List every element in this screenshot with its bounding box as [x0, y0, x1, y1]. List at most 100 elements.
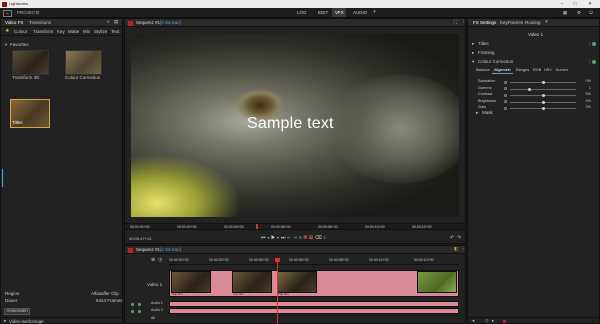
- minimize-icon[interactable]: –: [557, 0, 567, 8]
- param-value[interactable]: 0%: [586, 105, 592, 110]
- star-icon[interactable]: ★: [5, 29, 9, 34]
- timeline-playhead-head[interactable]: [275, 258, 280, 262]
- keyframe-icon[interactable]: [504, 93, 507, 97]
- video-clip-thumb[interactable]: [277, 271, 317, 293]
- fx-thumb-colour-correction[interactable]: [65, 50, 102, 75]
- category-text[interactable]: Text: [111, 29, 119, 35]
- a2-mute-toggle[interactable]: [138, 310, 141, 313]
- param-slider[interactable]: [510, 107, 576, 110]
- tab-audio[interactable]: AUDIO: [353, 10, 367, 16]
- param-value[interactable]: 1: [589, 86, 591, 91]
- gear-icon[interactable]: ⚙: [575, 9, 583, 17]
- tab-fx-settings[interactable]: FX Settings: [473, 20, 496, 26]
- mask-chevron-icon[interactable]: ▸: [476, 110, 478, 116]
- audio-track-2[interactable]: [169, 308, 459, 314]
- param-slider[interactable]: [510, 81, 576, 84]
- video-clip-thumb[interactable]: [417, 271, 457, 293]
- group-colour-menu-icon[interactable]: ⋮: [587, 59, 592, 65]
- tab-edit[interactable]: EDIT: [318, 10, 328, 16]
- timeline-menu-icon[interactable]: ⋮: [461, 246, 466, 252]
- add-panel-button[interactable]: +: [545, 20, 548, 25]
- param-slider[interactable]: [510, 100, 576, 104]
- category-transform[interactable]: Transform: [33, 29, 53, 35]
- viewer-fullscreen-icon[interactable]: ⛶: [454, 19, 457, 25]
- footer-prev-icon[interactable]: ◂: [472, 318, 474, 324]
- grid-view-icon[interactable]: ▤: [114, 19, 118, 25]
- param-slider-knob[interactable]: [541, 107, 545, 110]
- timeline-lock-icon[interactable]: ◧: [454, 246, 458, 252]
- maximize-icon[interactable]: □: [570, 0, 580, 8]
- favorites-chevron-icon[interactable]: ▾: [5, 42, 7, 48]
- power-icon[interactable]: ⏻: [587, 9, 595, 17]
- tab-video-fx[interactable]: Video FX: [5, 20, 23, 26]
- keyframe-icon[interactable]: [504, 100, 507, 103]
- project-number[interactable]: 2: [37, 10, 40, 16]
- delete-icon[interactable]: ⌫: [315, 235, 324, 241]
- param-slider-knob[interactable]: [541, 81, 545, 84]
- subtab-rgb[interactable]: RGB: [533, 68, 541, 73]
- subtab-kurven[interactable]: Kurven: [556, 68, 568, 73]
- scroll-indicator[interactable]: [2, 169, 3, 187]
- viewer-menu-icon[interactable]: ⋮: [461, 19, 466, 25]
- group-colour-correction[interactable]: Colour Correction: [478, 59, 513, 65]
- category-stylize[interactable]: Stylize: [94, 29, 107, 35]
- a1-enable-toggle[interactable]: [131, 303, 134, 306]
- grid-icon[interactable]: ▦: [561, 9, 569, 17]
- param-value[interactable]: 0%: [586, 92, 592, 97]
- search-icon[interactable]: ⌕: [107, 20, 110, 25]
- apply-button[interactable]: Anwenden: [4, 308, 30, 315]
- category-mix[interactable]: Mix: [83, 29, 90, 35]
- subtab-balance[interactable]: Balance: [476, 68, 490, 73]
- add-tab-button[interactable]: +: [373, 10, 376, 15]
- video-clip-thumb[interactable]: [232, 271, 272, 293]
- keyframe-icon[interactable]: [504, 80, 507, 84]
- category-key[interactable]: Key: [57, 29, 65, 35]
- viewer-timecode[interactable]: 00:00:47+13: [129, 237, 151, 241]
- subtab-hsv[interactable]: HSV: [544, 68, 552, 73]
- group-colour-chevron-icon[interactable]: ▾: [472, 59, 474, 65]
- keyframe-icon[interactable]: [504, 87, 507, 90]
- overlay-text[interactable]: Sample text: [247, 116, 334, 132]
- tab-keyframes[interactable]: KeyFrames: [500, 20, 523, 26]
- viewer-ruler[interactable]: 00:00:00+00 00:00:02+00 00:00:04+00 00:0…: [125, 223, 465, 230]
- tab-transitions[interactable]: Transitions: [29, 20, 51, 26]
- fx-thumb-transform[interactable]: [12, 50, 49, 75]
- timeline-playhead[interactable]: [277, 258, 278, 324]
- audio-track-1[interactable]: [169, 301, 459, 307]
- a2-enable-toggle[interactable]: [131, 310, 134, 313]
- viewer-playhead[interactable]: [256, 224, 258, 229]
- back-icon[interactable]: ←: [3, 9, 12, 17]
- tab-vfx[interactable]: VFX: [335, 10, 344, 16]
- subtab-ranges[interactable]: Ranges: [516, 68, 529, 73]
- param-value[interactable]: 0%: [586, 79, 592, 84]
- group-mask[interactable]: Mask: [482, 110, 493, 116]
- category-colour[interactable]: Colour: [14, 29, 27, 35]
- param-slider[interactable]: [510, 87, 576, 91]
- tab-log[interactable]: LOG: [297, 10, 307, 16]
- param-slider-knob[interactable]: [541, 94, 545, 97]
- footer-add-key-icon[interactable]: ◇: [485, 318, 488, 324]
- param-slider[interactable]: [510, 94, 576, 97]
- video-clip-thumb[interactable]: [171, 271, 211, 293]
- subtab-allgemein[interactable]: Allgemein: [494, 68, 511, 73]
- group-colour-toggle[interactable]: [592, 60, 596, 64]
- param-slider-knob[interactable]: [541, 100, 545, 104]
- group-framing-chevron-icon[interactable]: ▸: [472, 50, 474, 56]
- region-value[interactable]: Alfasaffer Clip: [91, 291, 119, 297]
- a1-mute-toggle[interactable]: [138, 303, 141, 306]
- group-titles[interactable]: Titles: [478, 41, 489, 47]
- timeline-clock-icon[interactable]: ◷: [158, 258, 162, 263]
- tab-routing[interactable]: Routing: [525, 20, 541, 26]
- zoom-icon[interactable]: ⊕: [151, 258, 155, 263]
- timeline-ruler[interactable]: 00:00:00+00 00:00:02+00 00:00:04+00 00:0…: [169, 258, 459, 265]
- keyframe-icon[interactable]: [504, 106, 507, 110]
- group-framing[interactable]: Framing: [478, 50, 495, 56]
- undo-icon[interactable]: ↶: [450, 236, 454, 241]
- close-icon[interactable]: ✕: [584, 0, 596, 8]
- redo-icon[interactable]: ↷: [457, 236, 461, 241]
- param-slider-knob[interactable]: [528, 87, 532, 91]
- mic-icon[interactable]: ♪: [323, 235, 327, 241]
- group-titles-chevron-icon[interactable]: ▸: [472, 41, 474, 47]
- footer-chevron-icon[interactable]: ▸: [4, 318, 6, 324]
- group-titles-menu-icon[interactable]: ⋮: [587, 41, 592, 47]
